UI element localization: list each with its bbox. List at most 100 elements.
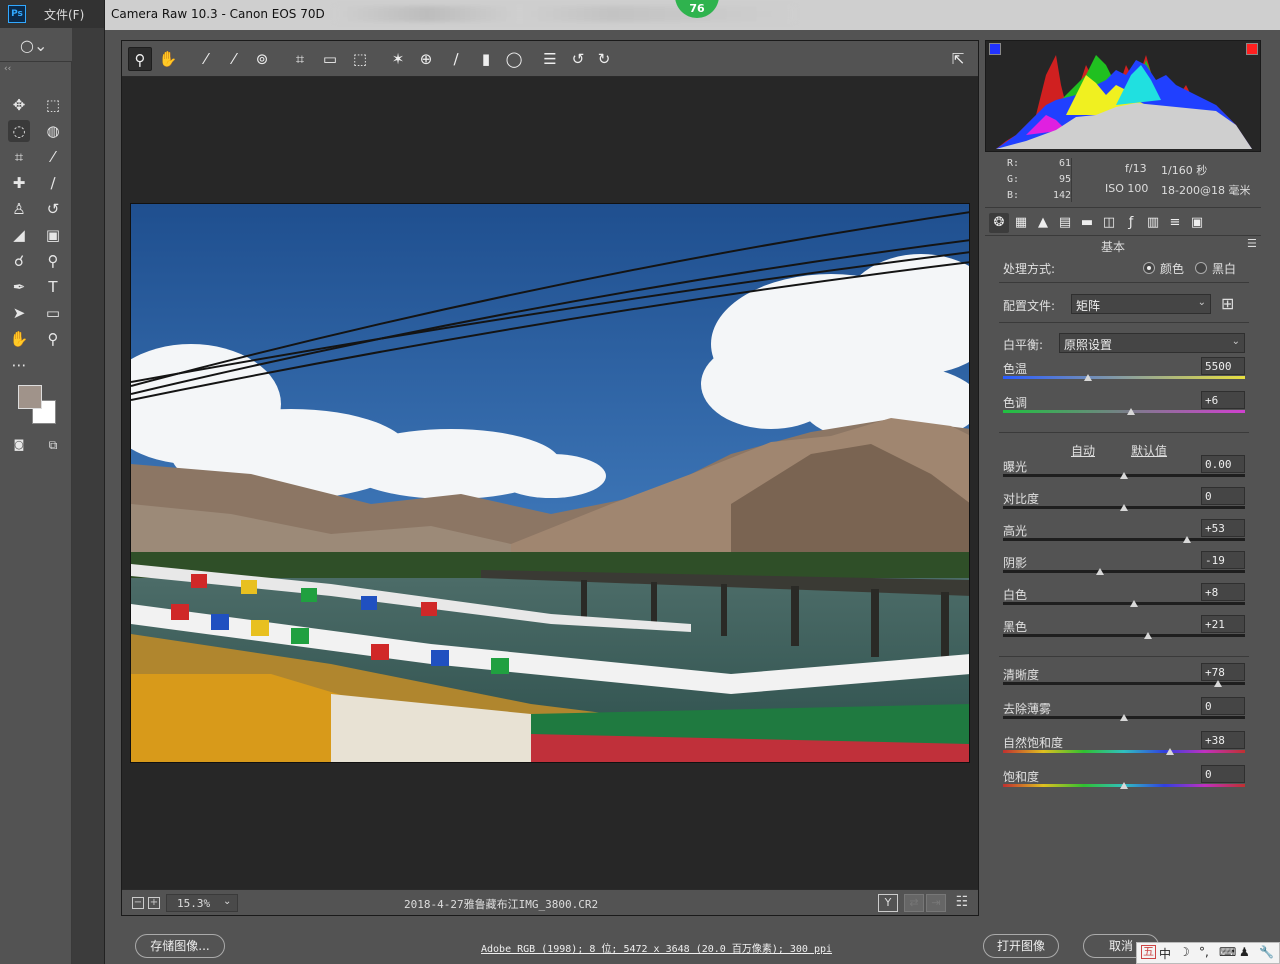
profile-select[interactable]: 矩阵 ⌄ <box>1071 294 1211 314</box>
lasso-preset-icon[interactable]: ○⌄ <box>20 36 47 55</box>
tab-basic-aperture-icon[interactable]: ❂ <box>989 213 1009 233</box>
treatment-color-label[interactable]: 颜色 <box>1160 260 1184 277</box>
dodge-tool-icon[interactable]: ⚲ <box>42 250 64 272</box>
slider-value-field[interactable]: +78 <box>1201 663 1245 681</box>
hand-tool-icon[interactable]: ✋ <box>156 47 180 71</box>
swap-settings-icon[interactable]: ⇄ <box>904 894 924 912</box>
straighten-tool-icon[interactable]: ▭ <box>318 47 342 71</box>
slider-thumb[interactable] <box>1120 504 1128 511</box>
slider-value-field[interactable]: 0.00 <box>1201 455 1245 473</box>
foreground-color-swatch[interactable] <box>18 385 42 409</box>
copy-settings-icon[interactable]: ⇥ <box>926 894 946 912</box>
slider-track[interactable] <box>1003 602 1245 605</box>
quick-mask-icon[interactable]: ◙ <box>8 434 30 456</box>
preview-settings-icon[interactable]: ☷ <box>952 894 972 912</box>
slider-thumb[interactable] <box>1083 374 1092 381</box>
hand-tool-icon[interactable]: ✋ <box>8 328 30 350</box>
before-after-toggle[interactable]: Y <box>878 894 898 912</box>
targeted-adjustment-tool-icon[interactable]: ⊚ <box>250 47 274 71</box>
move-tool-icon[interactable]: ✥ <box>8 94 30 116</box>
treatment-color-radio[interactable] <box>1143 262 1155 274</box>
eyedropper-tool-icon[interactable]: ⁄ <box>42 146 64 168</box>
photo-preview[interactable] <box>130 203 970 763</box>
path-select-tool-icon[interactable]: ➤ <box>8 302 30 324</box>
smudge-tool-icon[interactable]: ☌ <box>8 250 30 272</box>
tab-calibration-icon[interactable]: ▥ <box>1143 213 1163 233</box>
ime-mode[interactable]: 中 <box>1159 945 1171 962</box>
ime-keyboard-icon[interactable]: ⌨ <box>1219 945 1236 959</box>
slider-track[interactable] <box>1003 570 1245 573</box>
slider-value-field[interactable]: 5500 <box>1201 357 1245 375</box>
slider-thumb[interactable] <box>1095 568 1104 575</box>
zoom-out-button[interactable]: − <box>132 897 144 909</box>
rectangle-tool-icon[interactable]: ▭ <box>42 302 64 324</box>
tab-tone-curve-icon[interactable]: ▦ <box>1011 213 1031 233</box>
menu-file[interactable]: 文件(F) <box>44 6 84 23</box>
tab-detail-icon[interactable]: ▲ <box>1033 213 1053 233</box>
slider-value-field[interactable]: -19 <box>1201 551 1245 569</box>
ime-logo-icon[interactable]: 五 <box>1141 945 1156 959</box>
rotate-left-icon[interactable]: ↺ <box>566 47 590 71</box>
workflow-options-link[interactable]: Adobe RGB (1998); 8 位; 5472 x 3648 (20.0… <box>481 940 832 955</box>
zoom-in-button[interactable]: + <box>148 897 160 909</box>
defaults-link[interactable]: 默认值 <box>1131 442 1167 459</box>
slider-thumb[interactable] <box>1120 782 1128 789</box>
slider-thumb[interactable] <box>1214 680 1223 687</box>
slider-thumb[interactable] <box>1120 714 1128 721</box>
zoom-tool-icon[interactable]: ⚲ <box>42 328 64 350</box>
tab-split-toning-icon[interactable]: ▬ <box>1077 213 1097 233</box>
slider-value-field[interactable]: 0 <box>1201 697 1245 715</box>
collapse-icon[interactable]: ‹‹ <box>4 64 11 74</box>
slider-value-field[interactable]: +21 <box>1201 615 1245 633</box>
slider-value-field[interactable]: 0 <box>1201 487 1245 505</box>
slider-value-field[interactable]: +53 <box>1201 519 1245 537</box>
stamp-tool-icon[interactable]: ♙ <box>8 198 30 220</box>
spot-removal-tool-icon[interactable]: ✶ <box>386 47 410 71</box>
eraser-tool-icon[interactable]: ◢ <box>8 224 30 246</box>
treatment-bw-radio[interactable] <box>1195 262 1207 274</box>
pen-tool-icon[interactable]: ✒ <box>8 276 30 298</box>
graduated-filter-icon[interactable]: ▮ <box>474 47 498 71</box>
slider-value-field[interactable]: +6 <box>1201 391 1245 409</box>
brush-tool-icon[interactable]: ∕ <box>42 172 64 194</box>
panel-menu-icon[interactable]: ☰ <box>1247 237 1257 250</box>
slider-thumb[interactable] <box>1182 536 1191 543</box>
slider-thumb[interactable] <box>1144 632 1153 639</box>
slider-value-field[interactable]: +38 <box>1201 731 1245 749</box>
tab-lens-icon[interactable]: ◫ <box>1099 213 1119 233</box>
screen-mode-icon[interactable]: ⧉ <box>42 434 64 456</box>
title-bar[interactable]: Camera Raw 10.3 - Canon EOS 70D 76 <box>105 0 1280 30</box>
ime-halfwidth-icon[interactable]: ☽ <box>1179 945 1190 959</box>
save-image-button[interactable]: 存储图像... <box>135 934 225 958</box>
more-tools-icon[interactable]: ⋯ <box>8 354 30 376</box>
lasso-tool-icon[interactable]: ◌ <box>8 120 30 142</box>
transform-tool-icon[interactable]: ⬚ <box>348 47 372 71</box>
crop-tool-icon[interactable]: ⌗ <box>8 146 30 168</box>
slider-thumb[interactable] <box>1127 408 1136 415</box>
adjustment-brush-icon[interactable]: ∕ <box>444 47 468 71</box>
type-tool-icon[interactable]: T <box>42 276 64 298</box>
red-eye-tool-icon[interactable]: ⊕ <box>414 47 438 71</box>
slider-value-field[interactable]: 0 <box>1201 765 1245 783</box>
marquee-tool-icon[interactable]: ⬚ <box>42 94 64 116</box>
treatment-bw-label[interactable]: 黑白 <box>1212 260 1236 277</box>
open-image-button[interactable]: 打开图像 <box>983 934 1059 958</box>
healing-tool-icon[interactable]: ✚ <box>8 172 30 194</box>
quick-select-tool-icon[interactable]: ◍ <box>42 120 64 142</box>
preferences-icon[interactable]: ☰ <box>538 47 562 71</box>
crop-tool-icon[interactable]: ⌗ <box>288 47 312 71</box>
slider-track[interactable] <box>1003 750 1245 753</box>
auto-link[interactable]: 自动 <box>1071 442 1095 459</box>
profile-browser-icon[interactable]: ⊞ <box>1221 294 1234 313</box>
slider-thumb[interactable] <box>1129 600 1138 607</box>
fullscreen-icon[interactable]: ⇱ <box>946 47 970 71</box>
zoom-tool-icon[interactable]: ⚲ <box>128 47 152 71</box>
rotate-right-icon[interactable]: ↻ <box>592 47 616 71</box>
ime-settings-icon[interactable]: 🔧 <box>1259 945 1274 959</box>
tab-effects-icon[interactable]: ƒ <box>1121 213 1141 233</box>
slider-track[interactable] <box>1003 410 1245 413</box>
slider-thumb[interactable] <box>1165 748 1174 755</box>
gradient-tool-icon[interactable]: ▣ <box>42 224 64 246</box>
tab-hsl-icon[interactable]: ▤ <box>1055 213 1075 233</box>
slider-thumb[interactable] <box>1120 472 1128 479</box>
